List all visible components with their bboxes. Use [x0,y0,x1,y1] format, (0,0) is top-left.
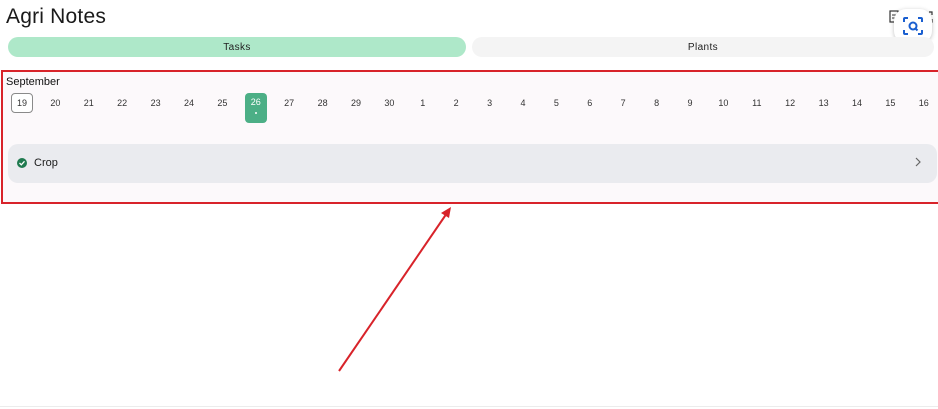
annotation-arrow-icon [338,207,451,372]
divider [0,406,938,407]
